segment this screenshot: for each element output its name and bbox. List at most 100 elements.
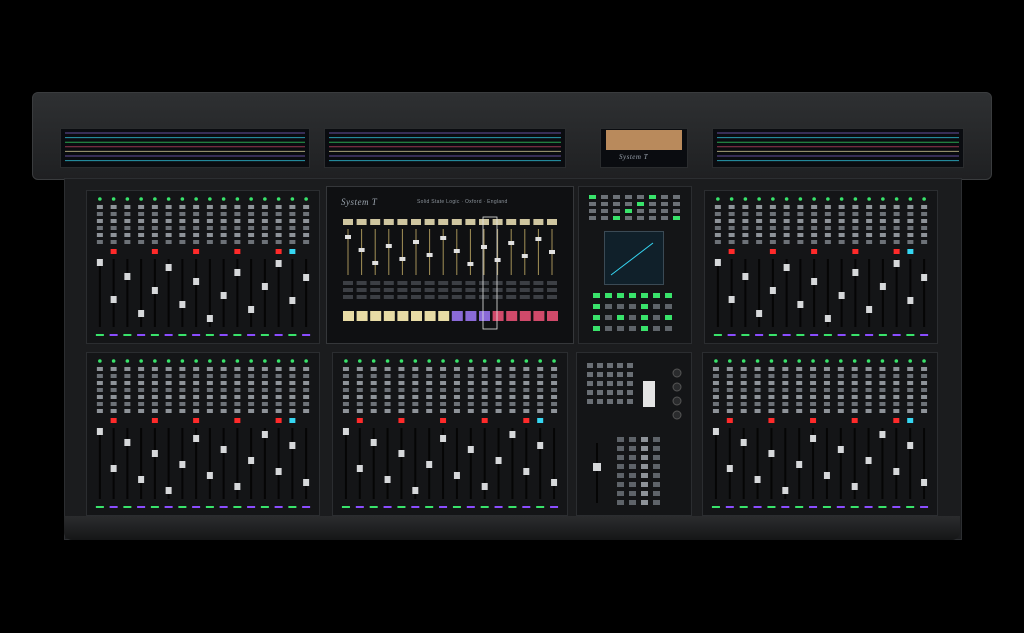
channel-button[interactable]: [712, 395, 719, 399]
screen-button[interactable]: [438, 288, 449, 292]
mute-button[interactable]: [851, 418, 858, 423]
channel-button[interactable]: [907, 388, 914, 392]
tile-button[interactable]: [673, 209, 680, 213]
channel-button[interactable]: [440, 367, 447, 371]
master-fader-cap[interactable]: [593, 463, 601, 471]
channel-button[interactable]: [96, 240, 103, 244]
fader-cap[interactable]: [275, 468, 282, 475]
channel-button[interactable]: [481, 374, 488, 378]
fader-cap[interactable]: [726, 465, 733, 472]
channel-button[interactable]: [921, 205, 928, 209]
master-key[interactable]: [641, 473, 648, 478]
channel-button[interactable]: [811, 233, 818, 237]
channel-button[interactable]: [289, 367, 296, 371]
tile-lower-button[interactable]: [641, 293, 648, 298]
channel-button[interactable]: [728, 212, 735, 216]
channel-button[interactable]: [412, 402, 419, 406]
channel-button[interactable]: [921, 395, 928, 399]
tile-button[interactable]: [661, 216, 668, 220]
screen-fader[interactable]: [385, 244, 392, 248]
fader-cap[interactable]: [838, 292, 845, 299]
channel-button[interactable]: [879, 240, 886, 244]
channel-button[interactable]: [907, 212, 914, 216]
channel-button[interactable]: [248, 367, 255, 371]
channel-button[interactable]: [356, 395, 363, 399]
channel-button[interactable]: [275, 381, 282, 385]
channel-button[interactable]: [193, 212, 200, 216]
master-button[interactable]: [627, 363, 633, 368]
channel-button[interactable]: [907, 374, 914, 378]
tile-button[interactable]: [613, 209, 620, 213]
channel-button[interactable]: [303, 219, 310, 223]
fader-cap[interactable]: [165, 264, 172, 271]
mute-button[interactable]: [440, 418, 447, 423]
screen-button[interactable]: [397, 288, 408, 292]
channel-button[interactable]: [509, 395, 516, 399]
channel-button[interactable]: [384, 402, 391, 406]
screen-channel-tile[interactable]: [479, 311, 490, 321]
channel-button[interactable]: [495, 402, 502, 406]
screen-button[interactable]: [383, 288, 394, 292]
screen-button[interactable]: [383, 281, 394, 285]
tile-lower-button[interactable]: [653, 315, 660, 320]
fader-cap[interactable]: [110, 296, 117, 303]
tile-lower-button[interactable]: [629, 304, 636, 309]
channel-button[interactable]: [234, 409, 241, 413]
mute-button[interactable]: [110, 249, 117, 254]
fader-cap[interactable]: [234, 483, 241, 490]
channel-button[interactable]: [370, 381, 377, 385]
channel-button[interactable]: [110, 409, 117, 413]
channel-button[interactable]: [495, 367, 502, 371]
screen-channel-tile[interactable]: [411, 311, 422, 321]
screen-button[interactable]: [533, 288, 544, 292]
channel-button[interactable]: [537, 409, 544, 413]
channel-button[interactable]: [384, 409, 391, 413]
master-key[interactable]: [617, 455, 624, 460]
channel-button[interactable]: [370, 374, 377, 378]
channel-button[interactable]: [726, 402, 733, 406]
channel-button[interactable]: [866, 233, 873, 237]
tile-lower-button[interactable]: [665, 293, 672, 298]
master-button[interactable]: [587, 363, 593, 368]
master-button[interactable]: [587, 372, 593, 377]
master-key[interactable]: [629, 437, 636, 442]
fader-cap[interactable]: [811, 278, 818, 285]
screen-fader[interactable]: [467, 262, 474, 266]
channel-button[interactable]: [893, 219, 900, 223]
channel-button[interactable]: [866, 240, 873, 244]
fader-cap[interactable]: [261, 283, 268, 290]
channel-button[interactable]: [742, 240, 749, 244]
channel-button[interactable]: [907, 205, 914, 209]
tile-button[interactable]: [673, 202, 680, 206]
channel-button[interactable]: [426, 409, 433, 413]
tile-lower-button[interactable]: [617, 304, 624, 309]
channel-button[interactable]: [754, 381, 761, 385]
master-button[interactable]: [627, 390, 633, 395]
channel-button[interactable]: [398, 367, 405, 371]
channel-button[interactable]: [303, 240, 310, 244]
channel-button[interactable]: [289, 402, 296, 406]
channel-button[interactable]: [754, 409, 761, 413]
master-key[interactable]: [641, 500, 648, 505]
master-key[interactable]: [641, 437, 648, 442]
mute-button[interactable]: [151, 418, 158, 423]
channel-button[interactable]: [768, 395, 775, 399]
channel-button[interactable]: [782, 402, 789, 406]
channel-button[interactable]: [742, 212, 749, 216]
master-button[interactable]: [617, 390, 623, 395]
master-button[interactable]: [597, 372, 603, 377]
channel-button[interactable]: [179, 240, 186, 244]
channel-button[interactable]: [810, 388, 817, 392]
channel-button[interactable]: [206, 233, 213, 237]
mute-button[interactable]: [810, 418, 817, 423]
channel-button[interactable]: [248, 233, 255, 237]
channel-button[interactable]: [921, 367, 928, 371]
fader-cap[interactable]: [740, 439, 747, 446]
channel-button[interactable]: [138, 212, 145, 216]
channel-button[interactable]: [824, 205, 831, 209]
screen-button[interactable]: [370, 288, 381, 292]
screen-channel-label[interactable]: [465, 219, 476, 225]
channel-button[interactable]: [110, 219, 117, 223]
channel-button[interactable]: [220, 402, 227, 406]
channel-button[interactable]: [893, 402, 900, 406]
